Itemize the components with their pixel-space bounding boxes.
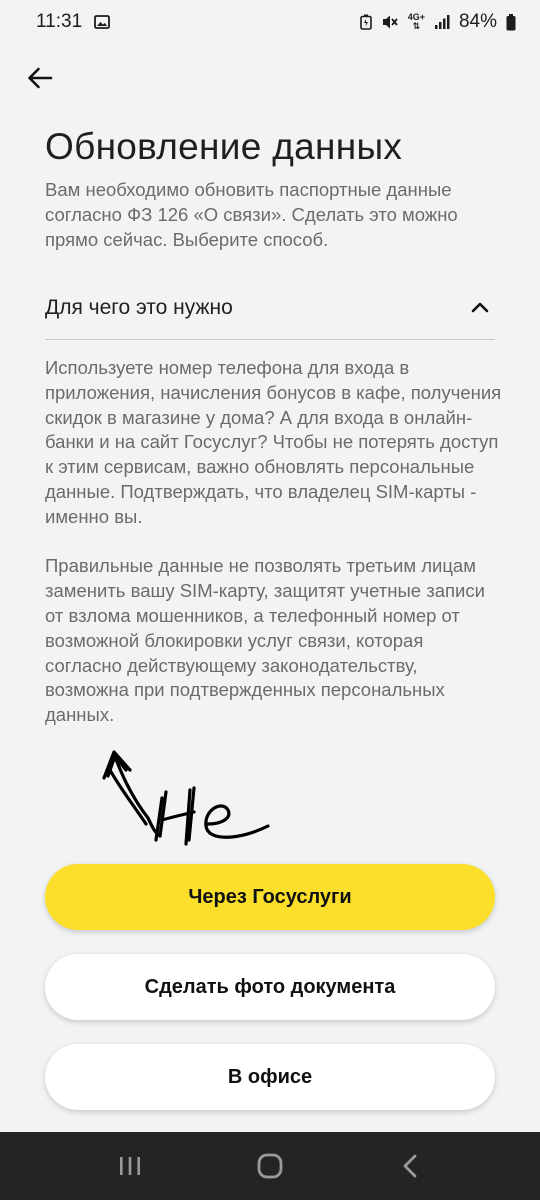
system-nav-bar <box>0 1132 540 1200</box>
nav-home-button[interactable] <box>240 1141 300 1191</box>
mute-icon <box>382 15 398 29</box>
recents-icon <box>120 1157 140 1175</box>
home-icon <box>257 1153 283 1179</box>
battery-saver-icon <box>359 14 372 30</box>
chevron-up-icon[interactable] <box>471 301 489 313</box>
accordion-paragraph-2: Правильные данные не позволять третьим л… <box>45 555 485 726</box>
handwritten-arrow-scribble <box>102 750 270 846</box>
data-arrows-icon: ⇅ <box>412 21 421 31</box>
accordion-paragraph-1: Используете номер телефона для входа в п… <box>45 357 502 527</box>
photo-document-button[interactable]: Сделать фото документа <box>45 954 495 1020</box>
status-bar: 11:31 4G+ ⇅ 84% <box>0 0 540 44</box>
gallery-icon <box>94 15 111 29</box>
accordion-content: Используете номер телефона для входа в п… <box>45 356 505 728</box>
page-subtitle: Вам необходимо обновить паспортные данны… <box>45 179 458 250</box>
accordion-title: Для чего это нужно <box>45 295 233 319</box>
back-button[interactable] <box>22 60 58 96</box>
battery-icon <box>506 13 516 30</box>
accordion-why-needed[interactable]: Для чего это нужно <box>45 282 495 340</box>
page-title: Обновление данных <box>45 126 403 167</box>
office-button[interactable]: В офисе <box>45 1044 495 1110</box>
status-time: 11:31 <box>36 11 83 32</box>
signal-icon <box>434 15 450 29</box>
nav-recents-button[interactable] <box>100 1141 160 1191</box>
battery-percent: 84% <box>458 11 497 32</box>
nav-back-button[interactable] <box>380 1141 440 1191</box>
back-icon <box>403 1154 417 1178</box>
arrow-left-icon <box>28 67 53 89</box>
gosuslugi-button[interactable]: Через Госуслуги <box>45 864 495 930</box>
